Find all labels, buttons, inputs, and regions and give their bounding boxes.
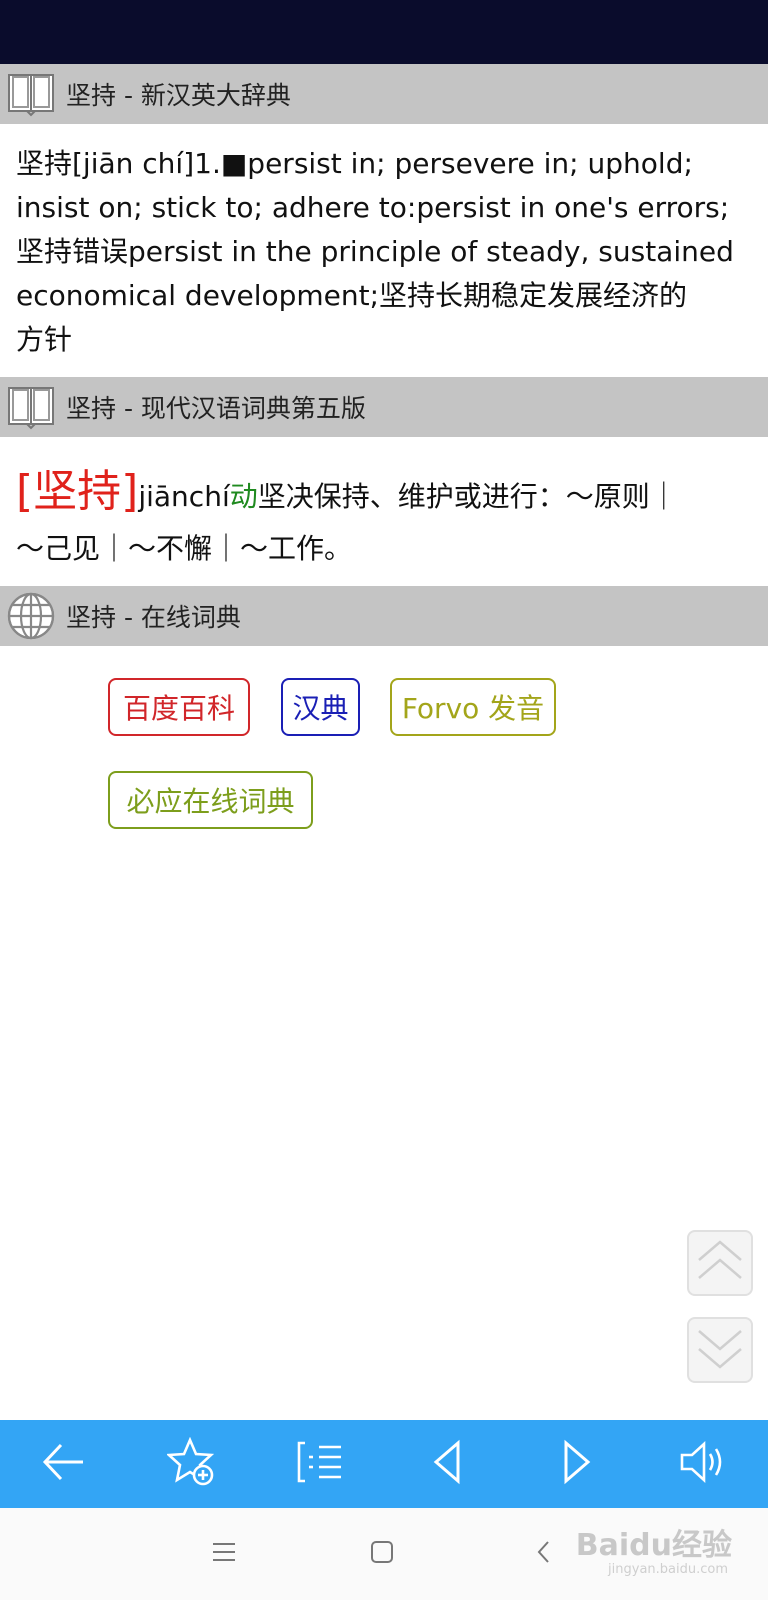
forvo-button[interactable]: Forvo 发音 <box>390 678 556 736</box>
section-header-xiandai[interactable]: 坚持 - 现代汉语词典第五版 <box>0 377 768 437</box>
list-button[interactable] <box>288 1432 352 1496</box>
double-chevron-up-icon <box>695 1238 745 1288</box>
recent-apps-button[interactable] <box>200 1530 248 1578</box>
watermark-url: jingyan.baidu.com <box>608 1562 728 1577</box>
nav-back-button[interactable] <box>520 1530 568 1578</box>
next-icon <box>556 1439 596 1489</box>
examples: ～己见｜～不懈｜～工作。 <box>16 532 353 565</box>
back-arrow-icon <box>41 1439 87 1489</box>
section-title: 坚持 - 新汉英大辞典 <box>66 81 291 110</box>
list-icon <box>295 1439 345 1489</box>
home-button[interactable] <box>358 1530 406 1578</box>
watermark: Baidu经验 <box>575 1528 732 1563</box>
entry-line: 坚持[jiān chí]1.■persist in; persevere in;… <box>16 147 693 180</box>
entry-xinhanying: 坚持[jiān chí]1.■persist in; persevere in;… <box>16 142 756 362</box>
section-header-xinhanying[interactable]: 坚持 - 新汉英大辞典 <box>0 64 768 124</box>
book-icon <box>4 380 58 434</box>
back-icon <box>534 1538 554 1570</box>
double-chevron-down-icon <box>695 1325 745 1375</box>
section-header-online[interactable]: 坚持 - 在线词典 <box>0 586 768 646</box>
baidu-baike-button[interactable]: 百度百科 <box>108 678 250 736</box>
definition: 坚决保持、维护或进行：～原则｜ <box>257 480 678 513</box>
speak-button[interactable] <box>672 1432 736 1496</box>
entry-line: economical development;坚持长期稳定发展经济的 <box>16 279 688 312</box>
next-button[interactable] <box>544 1432 608 1496</box>
entry-line: 方针 <box>16 323 73 356</box>
section-title: 坚持 - 在线词典 <box>66 603 241 632</box>
bottom-toolbar <box>0 1420 768 1508</box>
previous-button[interactable] <box>416 1432 480 1496</box>
section-title: 坚持 - 现代汉语词典第五版 <box>66 394 366 423</box>
entry-line: 坚持错误persist in the principle of steady, … <box>16 235 734 268</box>
globe-icon <box>4 589 58 643</box>
status-bar <box>0 0 768 64</box>
entry-line: insist on; stick to; adhere to:persist i… <box>16 191 730 224</box>
scroll-bottom-button[interactable] <box>687 1317 753 1383</box>
add-favorite-icon <box>165 1436 217 1491</box>
add-favorite-button[interactable] <box>160 1432 224 1496</box>
scroll-top-button[interactable] <box>687 1230 753 1296</box>
headword: [坚持] <box>16 466 139 517</box>
menu-icon <box>210 1540 238 1568</box>
entry-xiandai: [坚持]jiānchí动坚决保持、维护或进行：～原则｜ ～己见｜～不懈｜～工作。 <box>16 466 756 575</box>
speaker-icon <box>678 1439 730 1489</box>
part-of-speech: 动 <box>229 480 258 513</box>
pinyin: jiānchí <box>138 480 230 513</box>
book-icon <box>4 67 58 121</box>
home-icon <box>368 1538 396 1570</box>
back-button[interactable] <box>32 1432 96 1496</box>
prev-icon <box>428 1439 468 1489</box>
bing-dictionary-button[interactable]: 必应在线词典 <box>108 771 313 829</box>
handian-button[interactable]: 汉典 <box>281 678 360 736</box>
entry-line: [坚持]jiānchí动坚决保持、维护或进行：～原则｜ <box>16 466 756 523</box>
